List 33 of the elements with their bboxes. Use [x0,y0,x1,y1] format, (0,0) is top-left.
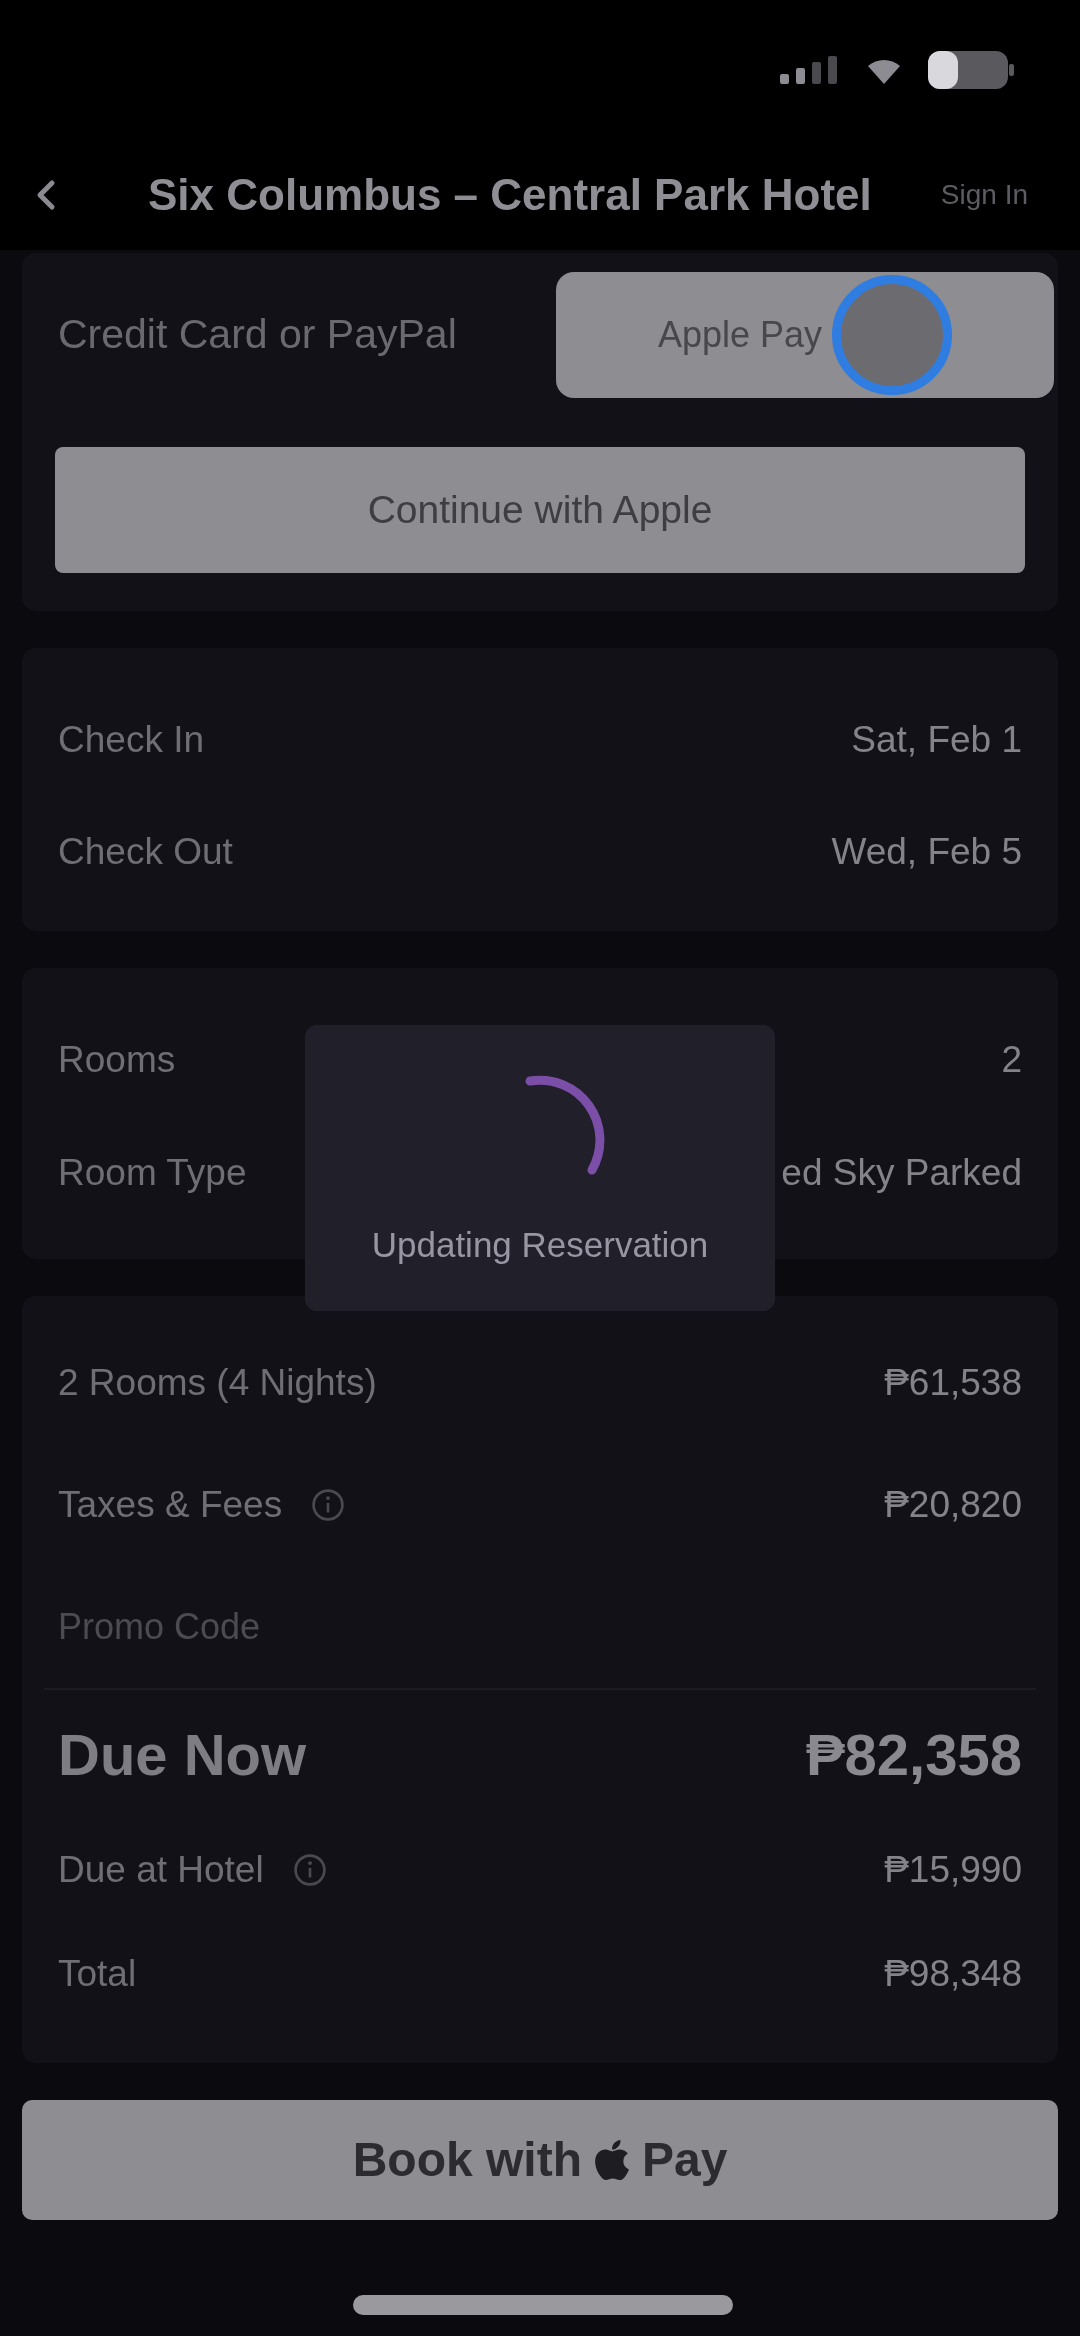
info-icon[interactable] [293,1854,326,1886]
price-label: 2 Rooms (4 Nights) [58,1361,377,1406]
loading-message: Updating Reservation [371,1224,709,1266]
book-with-apple-pay-button[interactable]: Book with Pay [22,2100,1058,2220]
pay-label: Pay [641,2132,728,2188]
price-label: Taxes & Fees [58,1483,283,1528]
due-now-value: ₱82,358 [805,1720,1022,1789]
price-value: ₱15,990 [884,1848,1022,1893]
battery-icon [928,51,1014,89]
price-label: Total [58,1952,137,1997]
signal-icon [780,56,840,84]
due-now-label: Due Now [58,1720,307,1789]
spinner-icon [525,1075,605,1175]
price-label: Due at Hotel [58,1848,264,1893]
info-icon[interactable] [312,1489,345,1521]
room-value: ed Sky Parked [781,1150,1022,1195]
room-value: 2 [1001,1037,1022,1082]
price-value: ₱98,348 [884,1952,1022,1997]
date-value: Sat, Feb 1 [851,718,1022,763]
price-value: ₱61,538 [884,1361,1022,1406]
hotel-title: Six Columbus – Central Park Hotel [148,169,872,221]
date-value: Wed, Feb 5 [831,830,1022,875]
date-label: Check Out [58,830,233,875]
continue-with-apple-button[interactable]: Continue with Apple [55,447,1025,573]
promo-code-link[interactable]: Promo Code [58,1600,261,1654]
price-value: ₱20,820 [884,1483,1022,1528]
date-label: Check In [58,718,204,763]
room-label: Rooms [58,1037,176,1082]
payment-option[interactable]: Apple Pay [556,272,1054,398]
sign-in-link[interactable]: Sign In [940,174,1028,216]
payment-option[interactable]: Credit Card or PayPal [22,272,556,398]
room-label: Room Type [58,1150,247,1195]
book-label: Book with [352,2132,582,2188]
